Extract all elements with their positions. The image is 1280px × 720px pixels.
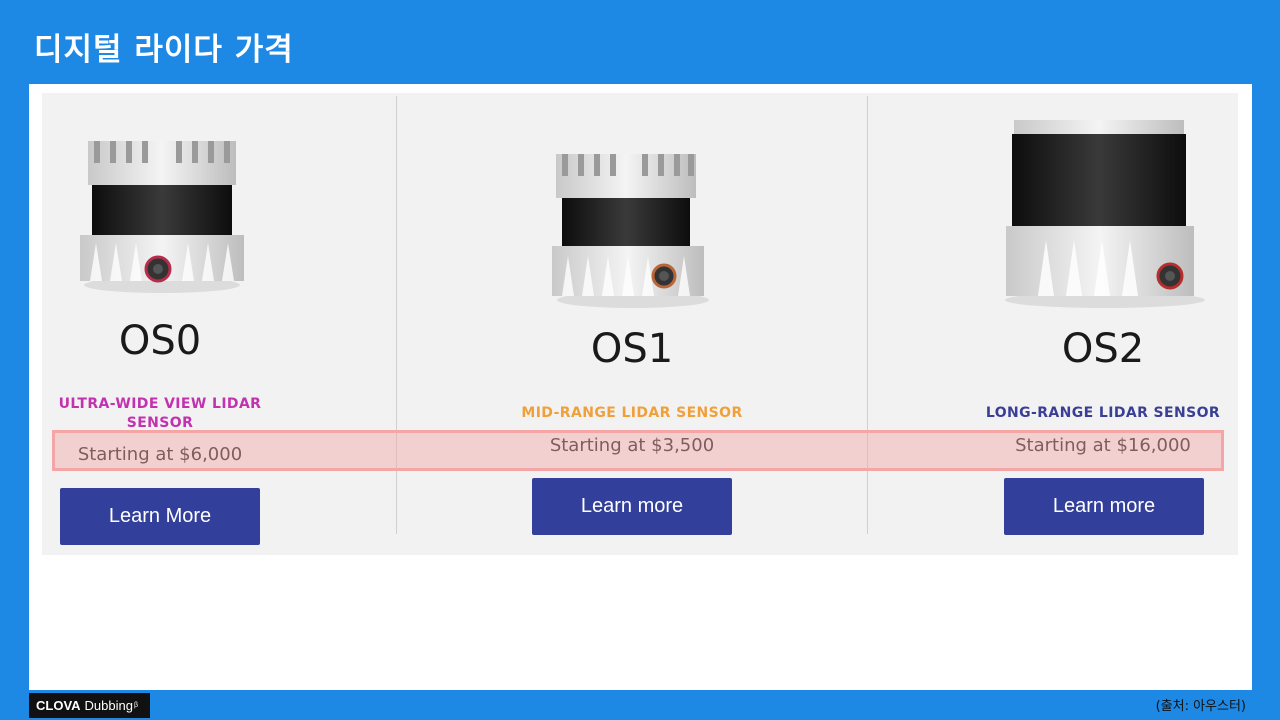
price-os1: Starting at $3,500	[549, 435, 715, 456]
logo-bold-text: CLOVA	[36, 698, 81, 713]
column-divider	[396, 96, 397, 534]
model-name-os1: OS1	[590, 326, 674, 372]
model-name-os0: OS0	[118, 318, 202, 364]
model-name-os2: OS2	[1061, 326, 1145, 372]
lidar-sensor-image-os0	[80, 141, 244, 293]
price-os0: Starting at $6,000	[77, 444, 243, 465]
sensor-type-os0: ULTRA-WIDE VIEW LIDAR SENSOR	[58, 396, 262, 431]
learn-more-button-os0[interactable]: Learn More	[60, 488, 260, 545]
learn-more-button-os1[interactable]: Learn more	[532, 478, 732, 535]
lidar-sensor-image-os2	[1005, 120, 1205, 308]
logo-mark: β	[133, 702, 139, 709]
learn-more-button-os2[interactable]: Learn more	[1004, 478, 1204, 535]
column-divider	[867, 96, 868, 534]
clova-dubbing-logo: CLOVA Dubbing β	[29, 693, 150, 718]
logo-text: Dubbing	[84, 698, 133, 713]
source-caption: (출처: 아우스터)	[1155, 699, 1246, 714]
lidar-sensor-image-os1	[552, 154, 709, 308]
price-os2: Starting at $16,000	[1015, 435, 1191, 456]
sensor-type-os1: MID-RANGE LIDAR SENSOR	[521, 405, 743, 421]
slide-title: 디지털 라이다 가격	[34, 32, 294, 68]
sensor-type-os2: LONG-RANGE LIDAR SENSOR	[985, 405, 1221, 421]
